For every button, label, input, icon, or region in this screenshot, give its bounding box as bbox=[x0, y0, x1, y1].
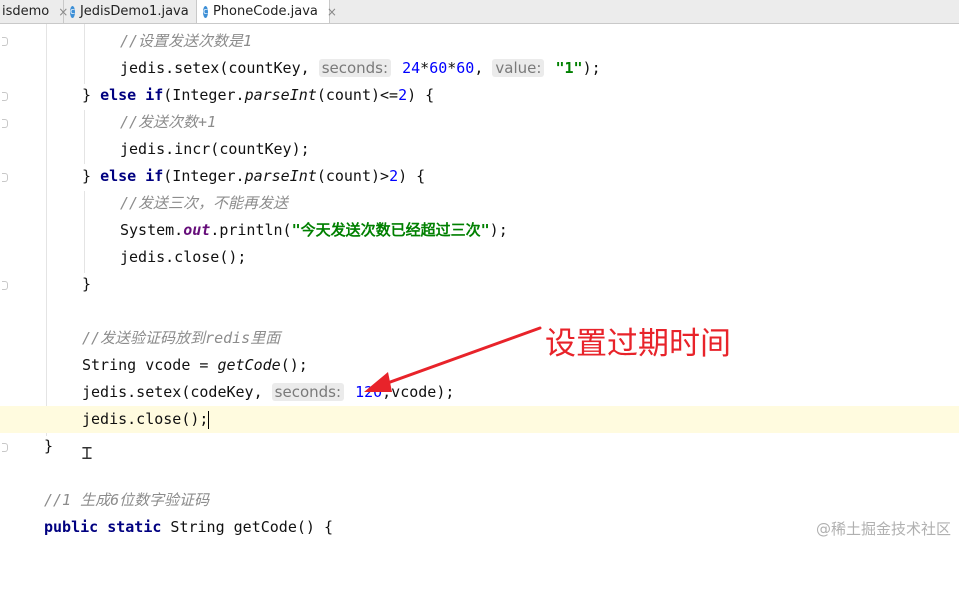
annotation-arrow-icon bbox=[364, 326, 542, 392]
annotation-text: 设置过期时间 bbox=[545, 326, 731, 362]
watermark: @稀土掘金技术社区 bbox=[815, 520, 951, 538]
